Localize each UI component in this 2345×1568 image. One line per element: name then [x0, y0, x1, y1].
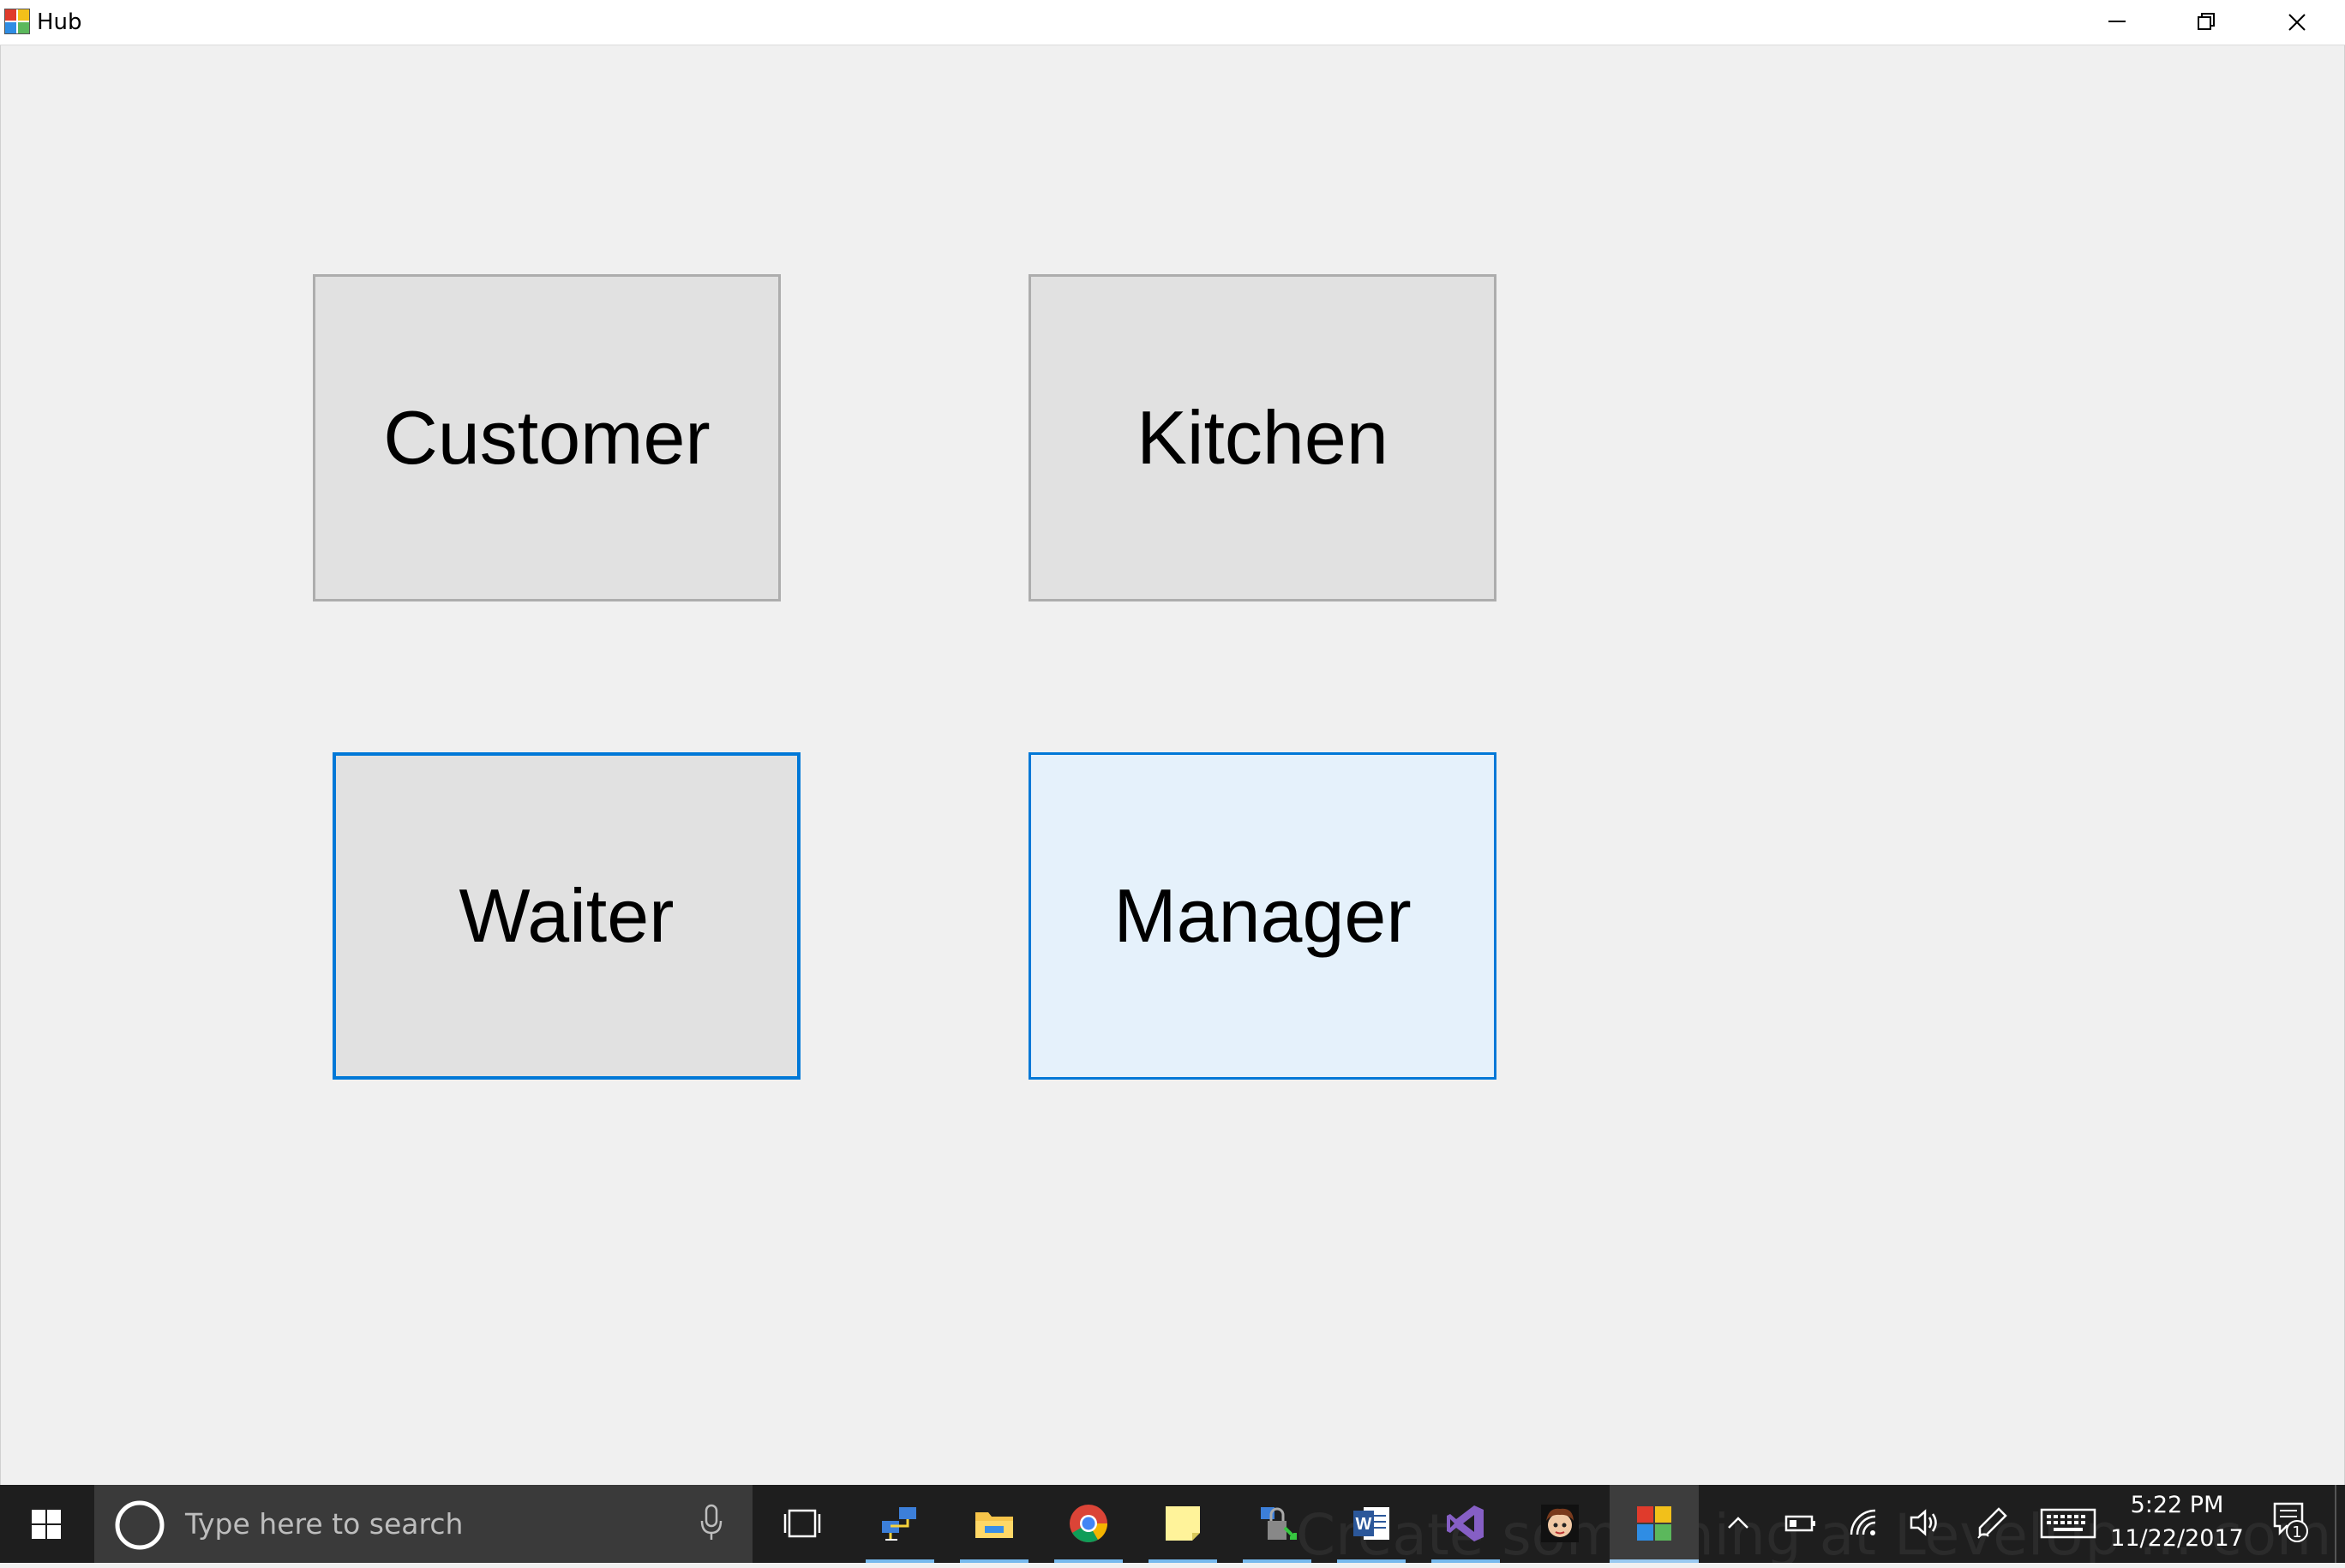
clock-date: 11/22/2017: [2110, 1525, 2244, 1552]
wifi-icon: [1850, 1509, 1876, 1535]
restore-icon: [2198, 13, 2215, 30]
network-app-icon: [882, 1507, 916, 1541]
taskbar-app-sticky-notes[interactable]: [1138, 1485, 1227, 1563]
svg-text:W: W: [1356, 1515, 1372, 1534]
window-title: Hub: [37, 9, 82, 35]
microphone-icon[interactable]: [699, 1504, 724, 1541]
start-button[interactable]: [0, 1485, 93, 1563]
hub-form: Customer Kitchen Waiter Manager: [0, 45, 2345, 1485]
app-icon: [4, 9, 30, 34]
battery-icon: [1784, 1515, 1815, 1532]
taskbar-app-file-explorer[interactable]: [950, 1485, 1039, 1563]
visual-studio-icon: [1447, 1505, 1484, 1541]
chrome-icon: [1070, 1505, 1107, 1542]
customer-button[interactable]: Customer: [313, 274, 781, 601]
title-bar[interactable]: Hub: [0, 0, 2345, 45]
show-desktop-button[interactable]: [2335, 1485, 2345, 1563]
windows-ink-button[interactable]: [1964, 1485, 2021, 1563]
action-center-button[interactable]: 1: [2258, 1485, 2331, 1563]
task-view-icon: [783, 1509, 821, 1538]
restore-button[interactable]: [2162, 0, 2251, 45]
touch-keyboard-button[interactable]: [2031, 1485, 2107, 1563]
minimize-button[interactable]: [2072, 0, 2162, 45]
taskbar-app-chrome[interactable]: [1044, 1485, 1133, 1563]
taskbar-app-game[interactable]: [1515, 1485, 1604, 1563]
chevron-up-icon: [1728, 1517, 1748, 1529]
taskbar-app-visual-studio[interactable]: [1421, 1485, 1510, 1563]
close-icon: [2288, 14, 2306, 31]
taskbar-app-word[interactable]: W: [1327, 1485, 1416, 1563]
network-button[interactable]: [1838, 1485, 1894, 1563]
word-icon: W: [1353, 1507, 1389, 1540]
game-app-icon: [1541, 1505, 1579, 1542]
volume-button[interactable]: [1898, 1485, 1954, 1563]
notifications-icon: 1: [2273, 1502, 2308, 1542]
notification-count: 1: [2292, 1523, 2301, 1541]
search-box[interactable]: Type here to search: [94, 1485, 753, 1563]
minimize-icon: [2108, 21, 2126, 22]
close-button[interactable]: [2252, 0, 2342, 45]
clock-time: 5:22 PM: [2130, 1492, 2224, 1518]
speaker-icon: [1910, 1509, 1937, 1536]
manager-button[interactable]: Manager: [1029, 752, 1496, 1080]
taskbar: Create something at LevelUp ... com Type…: [0, 1485, 2345, 1568]
taskbar-app-network[interactable]: [855, 1485, 945, 1563]
kitchen-button[interactable]: Kitchen: [1029, 274, 1496, 601]
search-placeholder: Type here to search: [185, 1507, 464, 1541]
show-hidden-icons-button[interactable]: [1712, 1485, 1764, 1563]
taskbar-app-hub[interactable]: [1610, 1485, 1699, 1563]
windows-logo-icon: [32, 1509, 61, 1539]
sticky-notes-icon: [1166, 1506, 1200, 1541]
cortana-icon: [115, 1500, 165, 1550]
security-app-icon: [1261, 1507, 1297, 1540]
battery-button[interactable]: [1774, 1485, 1831, 1563]
task-view-button[interactable]: [758, 1485, 847, 1563]
hub-app-icon: [1637, 1506, 1671, 1541]
taskbar-app-security[interactable]: [1232, 1485, 1322, 1563]
waiter-button[interactable]: Waiter: [333, 752, 801, 1080]
file-explorer-icon: [975, 1512, 1013, 1538]
keyboard-icon: [2040, 1508, 2096, 1539]
pen-icon: [1977, 1507, 2007, 1539]
